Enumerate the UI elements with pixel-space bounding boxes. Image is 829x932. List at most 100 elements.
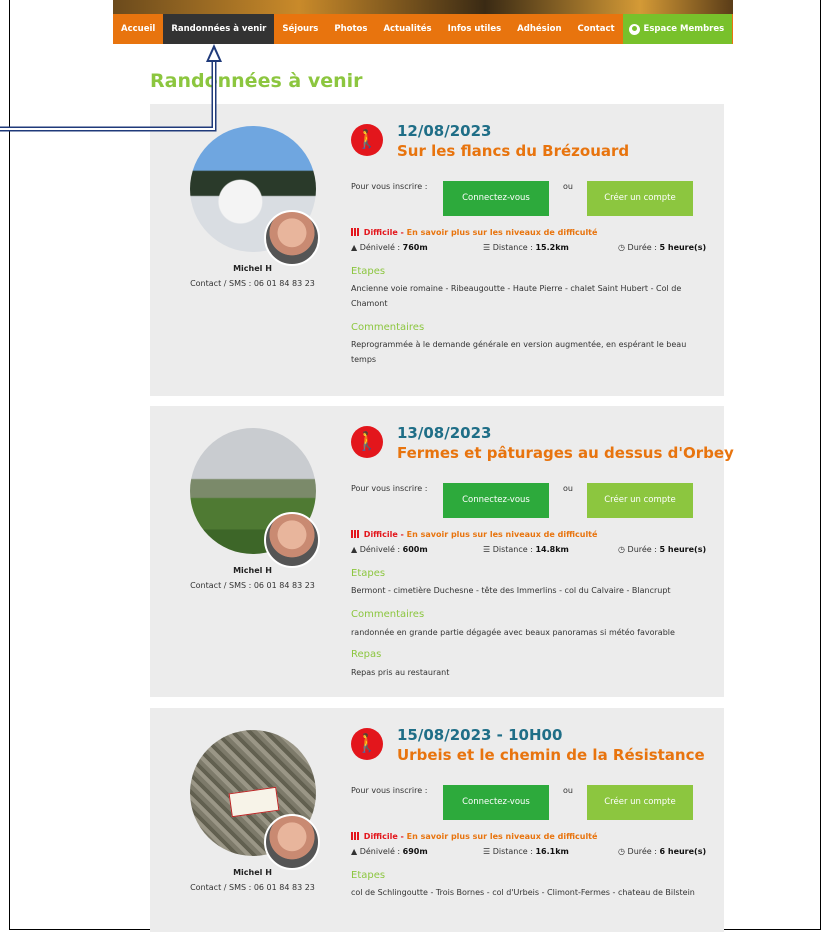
duree-value: 5 heure(s) <box>659 545 707 554</box>
distance-value: 15.2km <box>535 243 569 252</box>
duree-label: Durée : <box>627 243 657 252</box>
guide-contact: Contact / SMS : 06 01 84 83 23 <box>190 883 315 892</box>
duree-value: 5 heure(s) <box>659 243 707 252</box>
guide-contact: Contact / SMS : 06 01 84 83 23 <box>190 581 315 590</box>
hike-card-2: Michel H Contact / SMS : 06 01 84 83 23 … <box>150 406 734 697</box>
guide-avatar <box>264 814 320 870</box>
hike-title[interactable]: Sur les flancs du Brézouard <box>397 142 629 160</box>
duree-stat: ◷ Durée : 5 heure(s) <box>618 545 707 554</box>
hike-date: 12/08/2023 <box>397 122 492 140</box>
create-account-button[interactable]: Créer un compte <box>587 181 693 216</box>
etapes-heading: Etapes <box>351 568 386 579</box>
inscribe-label: Pour vous inscrire : <box>351 484 428 493</box>
denivele-stat: ▲ Dénivelé : 690m <box>351 847 428 856</box>
difficulty-level: Difficile - <box>363 832 407 841</box>
nav-randonnees-a-venir[interactable]: Randonnées à venir <box>163 14 275 44</box>
guide-contact: Contact / SMS : 06 01 84 83 23 <box>190 279 315 288</box>
etapes-text: Bermont - cimetière Duchesne - tête des … <box>351 586 671 595</box>
top-navigation-bar: Accueil Randonnées à venir Séjours Photo… <box>113 0 733 44</box>
create-account-button[interactable]: Créer un compte <box>587 483 693 518</box>
distance-label: Distance : <box>492 545 533 554</box>
difficulty-info-link[interactable]: En savoir plus sur les niveaux de diffic… <box>407 228 598 237</box>
commentaires-heading: Commentaires <box>351 609 425 620</box>
etapes-heading: Etapes <box>351 266 386 277</box>
user-circle-icon <box>628 23 640 35</box>
etapes-text: Ancienne voie romaine - Ribeaugoutte - H… <box>351 284 682 308</box>
denivele-label: Dénivelé : <box>359 847 401 856</box>
difficulty-info-link[interactable]: En savoir plus sur les niveaux de diffic… <box>407 832 598 841</box>
create-account-button[interactable]: Créer un compte <box>587 785 693 820</box>
distance-label: Distance : <box>492 243 533 252</box>
hike-card-1: Michel H Contact / SMS : 06 01 84 83 23 … <box>150 104 724 396</box>
difficulty-line: Difficile - En savoir plus sur les nivea… <box>351 832 597 841</box>
nav-infos-utiles[interactable]: Infos utiles <box>440 14 510 44</box>
espace-membres-label: Espace Membres <box>643 24 725 34</box>
distance-value: 16.1km <box>535 847 569 856</box>
nav-accueil[interactable]: Accueil <box>113 14 163 44</box>
connect-button[interactable]: Connectez-vous <box>443 483 549 518</box>
duree-stat: ◷ Durée : 6 heure(s) <box>618 847 707 856</box>
hike-title[interactable]: Urbeis et le chemin de la Résistance <box>397 746 705 764</box>
nav-adhesion[interactable]: Adhésion <box>509 14 569 44</box>
guide-avatar <box>264 210 320 266</box>
difficulty-level: Difficile - <box>363 228 407 237</box>
denivele-value: 760m <box>402 243 428 252</box>
repas-text: Repas pris au restaurant <box>351 668 450 677</box>
commentaires-heading: Commentaires <box>351 322 425 333</box>
commentaires-text: Reprogrammée à le demande générale en ve… <box>351 340 687 364</box>
or-label: ou <box>563 786 573 795</box>
duree-stat: ◷ Durée : 5 heure(s) <box>618 243 707 252</box>
nav-photos[interactable]: Photos <box>326 14 375 44</box>
distance-stat: ☰ Distance : 16.1km <box>483 847 569 856</box>
repas-heading: Repas <box>351 649 382 660</box>
hiker-icon: 🚶 <box>351 728 383 760</box>
difficulty-line: Difficile - En savoir plus sur les nivea… <box>351 228 597 237</box>
denivele-label: Dénivelé : <box>359 545 401 554</box>
difficulty-line: Difficile - En savoir plus sur les nivea… <box>351 530 597 539</box>
etapes-heading: Etapes <box>351 870 386 881</box>
distance-label: Distance : <box>492 847 533 856</box>
nav-sejours[interactable]: Séjours <box>274 14 326 44</box>
hike-date: 15/08/2023 - 10H00 <box>397 726 563 744</box>
main-menu: Accueil Randonnées à venir Séjours Photo… <box>113 14 733 44</box>
duree-value: 6 heure(s) <box>659 847 707 856</box>
etapes-text: col de Schlingoutte - Trois Bornes - col… <box>351 888 695 897</box>
denivele-value: 600m <box>402 545 428 554</box>
nav-contact[interactable]: Contact <box>570 14 623 44</box>
page-title: Randonnées à venir <box>150 70 363 92</box>
commentaires-text: randonnée en grande partie dégagée avec … <box>351 628 675 637</box>
connect-button[interactable]: Connectez-vous <box>443 785 549 820</box>
signal-bars-icon <box>351 530 361 538</box>
distance-stat: ☰ Distance : 14.8km <box>483 545 569 554</box>
or-label: ou <box>563 182 573 191</box>
guide-avatar <box>264 512 320 568</box>
duree-label: Durée : <box>627 847 657 856</box>
hike-card-3: Michel H Contact / SMS : 06 01 84 83 23 … <box>150 708 724 932</box>
difficulty-info-link[interactable]: En savoir plus sur les niveaux de diffic… <box>407 530 598 539</box>
guide-name: Michel H <box>233 868 272 877</box>
nav-espace-membres[interactable]: Espace Membres <box>622 14 733 44</box>
hiker-icon: 🚶 <box>351 124 383 156</box>
distance-value: 14.8km <box>535 545 569 554</box>
duree-label: Durée : <box>627 545 657 554</box>
inscribe-label: Pour vous inscrire : <box>351 786 428 795</box>
guide-name: Michel H <box>233 264 272 273</box>
or-label: ou <box>563 484 573 493</box>
signal-bars-icon <box>351 228 361 236</box>
inscribe-label: Pour vous inscrire : <box>351 182 428 191</box>
trail-sign <box>228 786 280 818</box>
denivele-value: 690m <box>402 847 428 856</box>
distance-stat: ☰ Distance : 15.2km <box>483 243 569 252</box>
denivele-stat: ▲ Dénivelé : 760m <box>351 243 428 252</box>
guide-name: Michel H <box>233 566 272 575</box>
header-banner-strip <box>113 0 733 14</box>
difficulty-level: Difficile - <box>363 530 407 539</box>
hike-date: 13/08/2023 <box>397 424 492 442</box>
signal-bars-icon <box>351 832 361 840</box>
denivele-label: Dénivelé : <box>359 243 401 252</box>
hiker-icon: 🚶 <box>351 426 383 458</box>
nav-actualites[interactable]: Actualités <box>375 14 439 44</box>
connect-button[interactable]: Connectez-vous <box>443 181 549 216</box>
denivele-stat: ▲ Dénivelé : 600m <box>351 545 428 554</box>
hike-title[interactable]: Fermes et pâturages au dessus d'Orbey <box>397 444 734 462</box>
